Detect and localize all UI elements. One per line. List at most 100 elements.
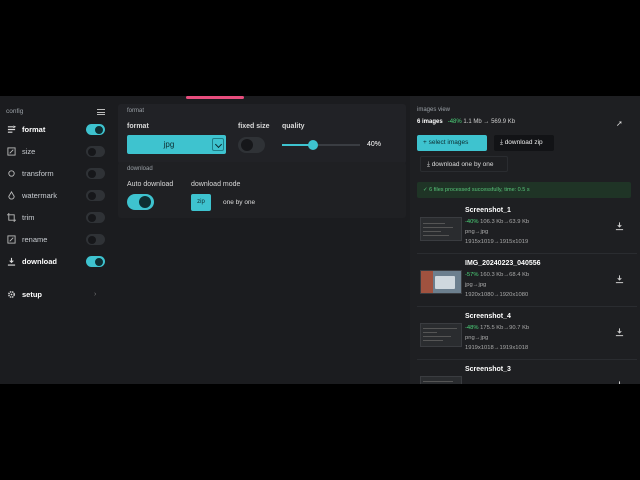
format-value: jpg — [163, 140, 175, 149]
file-dimensions: 1919x1018→1919x1018 — [465, 345, 529, 351]
file-saving: -48% — [465, 325, 479, 331]
file-format: jpg→jpg — [465, 282, 487, 288]
sidebar-item-label: size — [22, 147, 36, 156]
select-images-label: select images — [428, 139, 469, 146]
rename-toggle[interactable] — [86, 234, 105, 245]
settings-panel: format format jpg fixed size quality 40%… — [114, 96, 410, 384]
sidebar-item-download[interactable]: download — [0, 252, 114, 272]
file-name: IMG_20240223_040556 — [465, 260, 541, 267]
file-dimensions: 1920x1080→1920x1080 — [465, 292, 529, 298]
download-icon[interactable] — [615, 327, 624, 337]
sidebar-item-size[interactable]: size — [0, 142, 114, 162]
size-toggle[interactable] — [86, 146, 105, 157]
sidebar-item-label: transform — [22, 169, 54, 178]
download-zip-label: download zip — [504, 139, 543, 146]
download-icon[interactable] — [615, 274, 624, 284]
quality-slider[interactable] — [282, 140, 360, 150]
download-mode-value[interactable]: one by one — [223, 199, 255, 206]
pin-icon[interactable]: ➚ — [616, 119, 623, 128]
sidebar-item-label: trim — [22, 213, 35, 222]
gear-icon — [8, 291, 15, 298]
size-after: 569.9 Kb — [491, 119, 516, 125]
sidebar-item-watermark[interactable]: watermark — [0, 186, 114, 206]
file-thumbnail — [420, 217, 462, 241]
transform-icon — [8, 170, 15, 177]
download-one-by-one-button[interactable]: ⤓ download one by one — [420, 156, 508, 172]
watermark-toggle[interactable] — [86, 190, 105, 201]
download-icon[interactable] — [615, 380, 624, 384]
download-section-title: download — [127, 166, 153, 172]
format-label: format — [127, 123, 149, 130]
sidebar-item-label: format — [22, 125, 46, 134]
download-icon: ⤓ — [427, 161, 430, 168]
file-size: -57% 160.3 Kb→68.4 Kb — [465, 272, 529, 278]
list-item: IMG_20240223_040556 -57% 160.3 Kb→68.4 K… — [417, 257, 637, 307]
setup-label: setup — [22, 290, 43, 299]
list-item: Screenshot_3 — [417, 363, 637, 384]
download-icon[interactable] — [615, 221, 624, 231]
file-name: Screenshot_1 — [465, 207, 511, 214]
file-size-change: 175.5 Kb→90.7 Kb — [480, 325, 530, 331]
quality-value: 40% — [367, 141, 382, 148]
crop-icon — [7, 213, 16, 222]
download-zip-button[interactable]: ⤓ download zip — [494, 135, 554, 151]
fixed-size-label: fixed size — [238, 123, 270, 130]
download-icon: ⤓ — [500, 139, 503, 146]
auto-download-label: Auto download — [127, 181, 174, 188]
format-icon — [7, 125, 16, 133]
chevron-right-icon: › — [94, 291, 97, 298]
watermark-icon — [8, 191, 15, 200]
auto-download-toggle[interactable] — [127, 194, 154, 210]
list-item: Screenshot_4 -48% 175.5 Kb→90.7 Kb png→j… — [417, 310, 637, 360]
download-card — [118, 162, 406, 218]
image-count: 6 images — [417, 119, 443, 125]
download-mode-label: download mode — [191, 181, 241, 188]
file-saving: -57% — [465, 272, 479, 278]
app-window: config format size transform watermark t… — [0, 96, 640, 384]
file-thumbnail — [420, 270, 462, 294]
size-before: 1.1 Mb — [463, 119, 482, 125]
trim-toggle[interactable] — [86, 212, 105, 223]
fixed-size-toggle[interactable] — [238, 137, 265, 153]
file-format: png→jpg — [465, 335, 489, 341]
file-name: Screenshot_4 — [465, 313, 511, 320]
list-item: Screenshot_1 -40% 106.3 Kb→63.9 Kb png→j… — [417, 204, 637, 254]
sidebar-item-format[interactable]: format — [0, 120, 114, 140]
sidebar: config format size transform watermark t… — [0, 96, 114, 384]
menu-icon[interactable] — [97, 109, 105, 115]
file-saving: -40% — [465, 219, 479, 225]
file-size-change: 160.3 Kb→68.4 Kb — [480, 272, 530, 278]
zip-mode-button[interactable]: zip — [191, 194, 211, 211]
plus-icon: + — [423, 139, 427, 146]
file-size-change: 106.3 Kb→63.9 Kb — [480, 219, 530, 225]
sidebar-item-rename[interactable]: rename — [0, 230, 114, 250]
file-format: png→jpg — [465, 229, 489, 235]
select-images-button[interactable]: + select images — [417, 135, 487, 151]
format-toggle[interactable] — [86, 124, 105, 135]
rename-icon — [7, 235, 16, 244]
sidebar-title: config — [6, 108, 24, 115]
file-dimensions: 1915x1019→1915x1019 — [465, 239, 529, 245]
quality-label: quality — [282, 123, 305, 130]
images-stats: 6 images -48% 1.1 Mb → 569.9 Kb — [417, 119, 515, 125]
size-arrow: → — [483, 119, 490, 125]
file-thumbnail — [420, 323, 462, 347]
download-one-by-one-label: download one by one — [431, 161, 494, 168]
file-size: -48% 175.5 Kb→90.7 Kb — [465, 325, 529, 331]
download-icon — [7, 257, 16, 266]
format-card — [118, 104, 406, 164]
file-name: Screenshot_3 — [465, 366, 511, 373]
sidebar-item-transform[interactable]: transform — [0, 164, 114, 184]
success-message: ✓ 6 files processed successfully, time: … — [417, 182, 631, 198]
format-select[interactable]: jpg — [127, 135, 226, 154]
transform-toggle[interactable] — [86, 168, 105, 179]
sidebar-item-label: watermark — [22, 191, 58, 200]
download-toggle[interactable] — [86, 256, 105, 267]
sidebar-item-trim[interactable]: trim — [0, 208, 114, 228]
chevron-down-icon — [212, 138, 224, 151]
sidebar-item-setup[interactable]: setup › — [0, 285, 114, 305]
sidebar-item-label: rename — [22, 235, 48, 244]
sidebar-item-label: download — [22, 257, 57, 266]
file-size: -40% 106.3 Kb→63.9 Kb — [465, 219, 529, 225]
total-saving: -48% — [447, 119, 462, 125]
